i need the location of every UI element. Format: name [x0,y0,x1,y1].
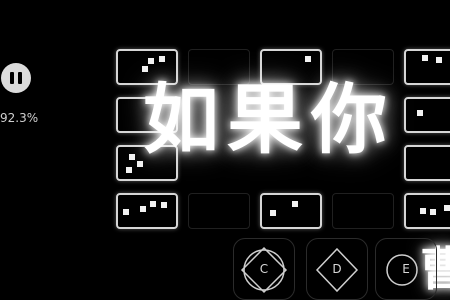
pattern-dot [430,209,436,215]
pattern-cell [404,97,450,133]
pattern-dot [305,56,311,62]
pattern-cell [116,193,178,229]
pattern-dot [161,202,167,208]
pattern-cell [404,193,450,229]
pattern-dot [444,205,450,211]
pattern-dot [417,110,423,116]
pattern-dot [123,209,129,215]
key-e-label: E [402,262,410,276]
key-c-label: C [259,262,269,276]
pattern-cell [260,193,322,229]
pattern-dot [422,55,428,61]
pattern-cell [188,193,250,229]
key-e[interactable]: E [375,238,437,300]
pattern-cell [404,145,450,181]
pattern-dot [436,57,442,63]
pattern-dot [148,58,154,64]
pattern-dot [129,154,135,160]
pattern-dot [126,167,132,173]
pattern-dot [150,201,156,207]
pattern-dot [292,201,298,207]
pattern-dot [420,208,426,214]
key-d-label: D [332,262,342,276]
pattern-cell [332,193,394,229]
pattern-dot [270,210,276,216]
key-c[interactable]: C [233,238,295,300]
pattern-dot [140,206,146,212]
lyric-title: 如果你 [143,75,395,164]
pattern-dot [142,66,148,72]
pattern-dot [159,56,165,62]
pattern-cell [404,49,450,85]
key-d[interactable]: D [306,238,368,300]
